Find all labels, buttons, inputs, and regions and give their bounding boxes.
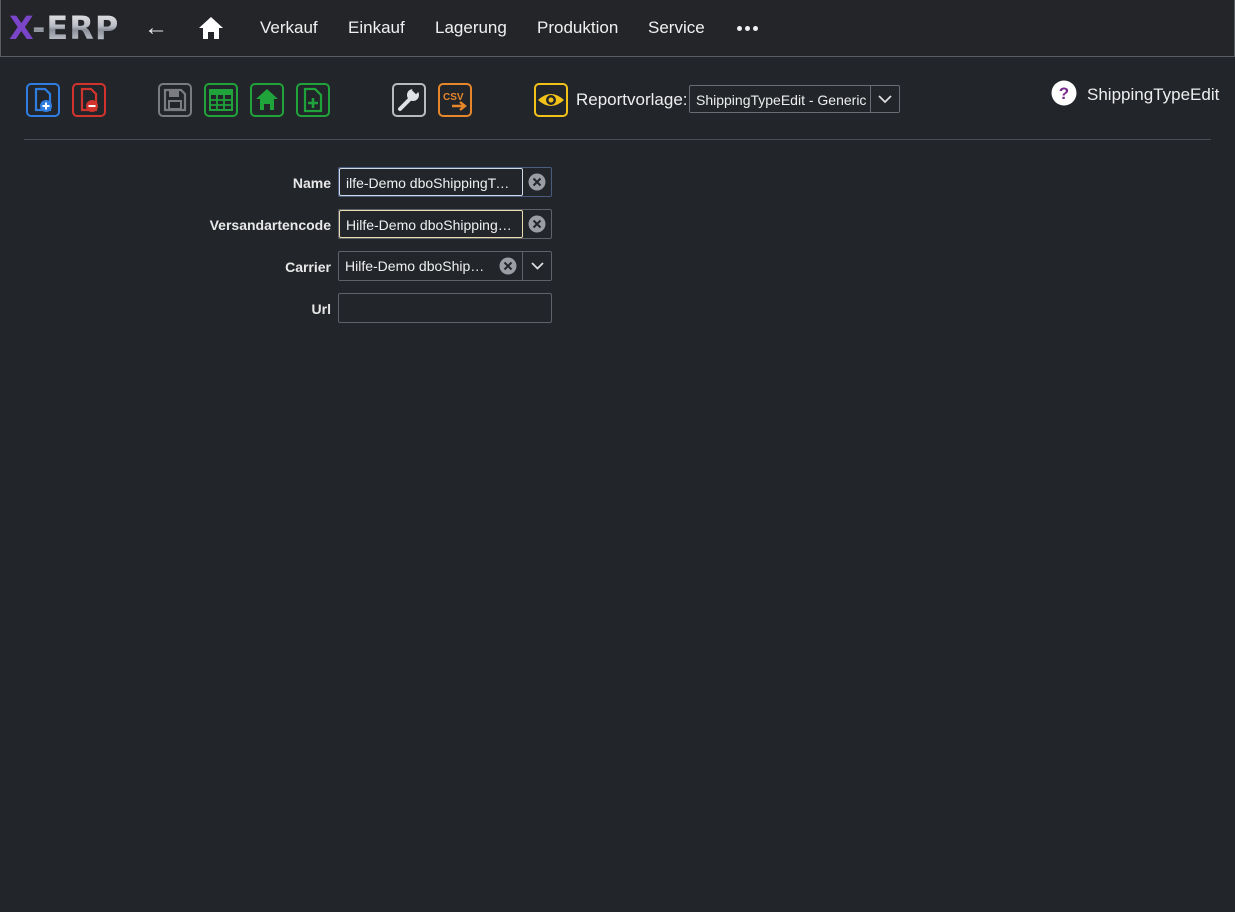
delete-document-button[interactable] bbox=[72, 83, 106, 117]
code-label: Versandartencode bbox=[209, 217, 331, 233]
logo-x: X bbox=[9, 9, 33, 47]
help-icon[interactable]: ? bbox=[1051, 80, 1077, 111]
name-field: ilfe-Demo dboShippingType bbox=[338, 167, 552, 197]
carrier-clear-icon[interactable] bbox=[494, 252, 522, 280]
nav-item-einkauf[interactable]: Einkauf bbox=[348, 18, 405, 38]
report-template-select[interactable]: ShippingTypeEdit - Generic bbox=[689, 85, 900, 113]
home-record-button[interactable] bbox=[250, 83, 284, 117]
home-icon[interactable] bbox=[198, 16, 224, 45]
code-input[interactable]: Hilfe-Demo dboShippingType bbox=[339, 210, 523, 238]
carrier-select: Hilfe-Demo dboShippingCarrier bbox=[338, 251, 552, 281]
app-logo[interactable]: X-ERP bbox=[9, 8, 119, 48]
url-input[interactable] bbox=[339, 294, 551, 322]
toolbar-divider bbox=[24, 139, 1211, 140]
nav-item-verkauf[interactable]: Verkauf bbox=[260, 18, 318, 38]
logo-erp: -ERP bbox=[32, 9, 120, 47]
chevron-down-icon[interactable] bbox=[870, 86, 899, 112]
settings-button[interactable] bbox=[392, 83, 426, 117]
top-navigation-bar: X-ERP ← Verkauf Einkauf Lagerung Produkt… bbox=[0, 0, 1235, 57]
new-document-button[interactable] bbox=[26, 83, 60, 117]
report-template-label: Reportvorlage: bbox=[576, 90, 688, 109]
nav-item-lagerung[interactable]: Lagerung bbox=[435, 18, 507, 38]
page-title: ShippingTypeEdit bbox=[1087, 85, 1220, 104]
code-clear-icon[interactable] bbox=[523, 210, 551, 238]
carrier-label: Carrier bbox=[285, 259, 331, 275]
table-view-button[interactable] bbox=[204, 83, 238, 117]
help-glyph: ? bbox=[1059, 84, 1069, 103]
name-clear-icon[interactable] bbox=[523, 168, 551, 196]
nav-item-produktion[interactable]: Produktion bbox=[537, 18, 618, 38]
code-field: Hilfe-Demo dboShippingType bbox=[338, 209, 552, 239]
save-button[interactable] bbox=[158, 83, 192, 117]
back-arrow-icon[interactable]: ← bbox=[144, 14, 168, 42]
url-field bbox=[338, 293, 552, 323]
carrier-input[interactable]: Hilfe-Demo dboShippingCarrier bbox=[339, 252, 491, 280]
more-menu-icon[interactable] bbox=[737, 18, 761, 36]
csv-export-button[interactable]: CSV bbox=[438, 83, 472, 117]
chevron-down-icon[interactable] bbox=[522, 252, 551, 280]
nav-item-service[interactable]: Service bbox=[648, 18, 705, 38]
preview-button[interactable] bbox=[534, 83, 568, 117]
name-label: Name bbox=[292, 175, 331, 191]
name-input[interactable]: ilfe-Demo dboShippingType bbox=[339, 168, 523, 196]
url-label: Url bbox=[311, 301, 331, 317]
report-template-value: ShippingTypeEdit - Generic bbox=[696, 92, 867, 108]
add-document-button[interactable] bbox=[296, 83, 330, 117]
